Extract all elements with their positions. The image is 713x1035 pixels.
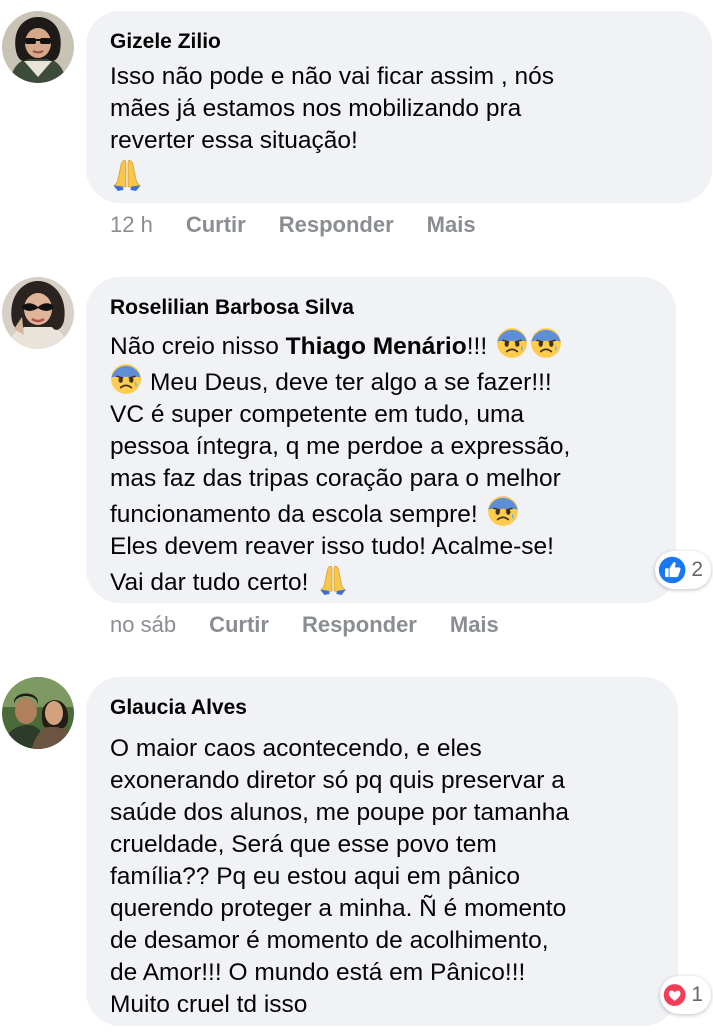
comment-actions: no sáb Curtir Responder Mais: [110, 610, 532, 640]
reaction-summary[interactable]: 1: [660, 976, 711, 1014]
comment-bubble: Roselilian Barbosa Silva Não creio nisso…: [86, 277, 676, 603]
avatar[interactable]: [2, 677, 74, 749]
comment-text-line: Muito cruel td isso: [110, 991, 308, 1018]
like-link[interactable]: Curtir: [209, 612, 269, 638]
reaction-count: 2: [691, 558, 703, 581]
comment-text-line: querendo proteger a minha. Ñ é momento: [110, 895, 567, 922]
reply-link[interactable]: Responder: [302, 612, 417, 638]
comment-text-line: Meu Deus, deve ter algo a se fazer!!!: [150, 369, 552, 396]
comment-text-line: Vai dar tudo certo!: [110, 569, 309, 596]
reply-link[interactable]: Responder: [279, 212, 394, 238]
fearful-face-emoji-icon: [530, 327, 562, 359]
comment-text-line: Eles devem reaver isso tudo! Acalme-se!: [110, 533, 554, 560]
like-icon: [658, 556, 686, 584]
comment-text-line: pessoa íntegra, q me perdoe a expressão,: [110, 433, 571, 460]
avatar[interactable]: [2, 277, 74, 349]
fearful-face-emoji-icon: [486, 495, 519, 527]
folded-hands-emoji-icon: [112, 159, 142, 191]
mention-link[interactable]: Thiago Menário: [286, 333, 467, 360]
comment-text-line: Não creio nisso: [110, 333, 286, 360]
comment-text-line: funcionamento da escola sempre!: [110, 501, 478, 528]
fearful-face-emoji-icon: [110, 363, 142, 395]
more-link[interactable]: Mais: [450, 612, 499, 638]
comment-text-line: VC é super competente em tudo, uma: [110, 401, 524, 428]
comment-author[interactable]: Gizele Zilio: [110, 29, 688, 55]
comment-timestamp[interactable]: no sáb: [110, 612, 176, 638]
comment-text-line: família?? Pq eu estou aqui em pânico: [110, 863, 520, 890]
avatar[interactable]: [2, 11, 74, 83]
reaction-summary[interactable]: 2: [655, 551, 711, 589]
comment-text-line: crueldade, Será que esse povo tem: [110, 831, 497, 858]
comment-text-line: O maior caos acontecendo, e eles: [110, 735, 482, 762]
comment-text: O maior caos acontecendo, e eles exonera…: [110, 733, 654, 1021]
comment-text-line: de Amor!!! O mundo está em Pânico!!!: [110, 959, 526, 986]
comment-text-line: mas faz das tripas coração para o melhor: [110, 465, 561, 492]
comment-actions: 12 h Curtir Responder Mais: [110, 210, 509, 240]
comment-timestamp[interactable]: 12 h: [110, 212, 153, 238]
comment-text-line: !!!: [466, 333, 488, 360]
comment-text-line: Isso não pode e não vai ficar assim , nó…: [110, 63, 554, 90]
comment-text-line: de desamor é momento de acolhimento,: [110, 927, 549, 954]
like-link[interactable]: Curtir: [186, 212, 246, 238]
comment-thread: Gizele Zilio Isso não pode e não vai fic…: [0, 0, 713, 1035]
comment-text-line: mães já estamos nos mobilizando pra: [110, 95, 522, 122]
comment-author[interactable]: Roselilian Barbosa Silva: [110, 295, 662, 321]
comment-text-line: reverter essa situação!: [110, 127, 358, 154]
more-link[interactable]: Mais: [427, 212, 476, 238]
comment-bubble: Gizele Zilio Isso não pode e não vai fic…: [86, 11, 712, 203]
comment-text: Não creio nisso Thiago Menário!!! Meu De…: [110, 327, 662, 599]
comment-author[interactable]: Glaucia Alves: [110, 695, 654, 721]
comment-text-line: exonerando diretor só pq quis preservar …: [110, 767, 565, 794]
reaction-count: 1: [691, 983, 703, 1006]
comment-text-line: saúde dos alunos, me poupe por tamanha: [110, 799, 570, 826]
comment-bubble: Glaucia Alves O maior caos acontecendo, …: [86, 677, 678, 1026]
heart-icon: [663, 984, 686, 1006]
fearful-face-emoji-icon: [496, 327, 528, 359]
folded-hands-emoji-icon: [319, 565, 347, 595]
comment-text: Isso não pode e não vai ficar assim , nó…: [110, 61, 688, 195]
